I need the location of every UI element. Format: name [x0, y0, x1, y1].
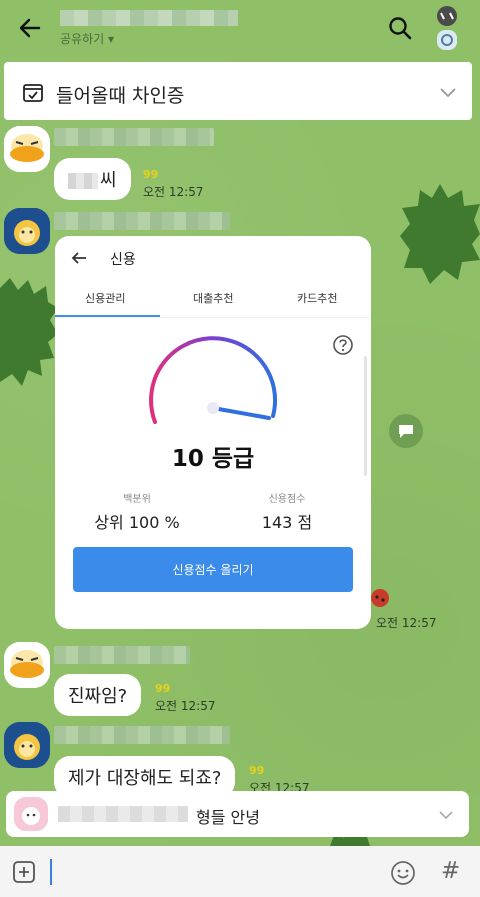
ladybug-decoration [371, 589, 389, 607]
message-time: 오전 12:57 [155, 699, 216, 713]
duck-avatar-icon [4, 126, 50, 172]
search-icon [389, 17, 412, 40]
shared-credit-card[interactable]: 신용 신용관리 대출추천 카드추천 10 등급 백분위 상위 100 % 신용점… [55, 236, 371, 629]
score-value: 143 점 [261, 513, 313, 532]
unread-count: 99 [155, 682, 171, 695]
sender-name-redacted [54, 128, 214, 146]
redacted-text [68, 173, 98, 189]
percentile-label: 백분위 [123, 494, 151, 505]
avatar[interactable] [4, 126, 50, 172]
tab-card-recommend[interactable]: 카드추천 [297, 290, 337, 306]
credit-gauge [149, 336, 277, 424]
tab-credit-management[interactable]: 신용관리 [85, 290, 125, 306]
back-button[interactable] [14, 12, 46, 44]
notification-banner[interactable]: 형들 안녕 [6, 791, 469, 837]
tab-loan-recommend[interactable]: 대출추천 [193, 290, 233, 306]
message-input[interactable] [50, 859, 52, 885]
chat-title-redacted [60, 10, 238, 26]
lion-avatar-icon [4, 208, 50, 254]
credit-grade: 10 등급 [171, 446, 255, 472]
plus-square-icon[interactable] [12, 860, 36, 884]
speech-bubble-button[interactable] [389, 414, 423, 448]
avatar [14, 797, 48, 831]
notice-text: 들어올때 차인증 [56, 85, 185, 107]
menu-button[interactable] [430, 4, 464, 52]
chat-subtitle[interactable]: 공유하기 ▾ [60, 30, 114, 47]
back-arrow-icon[interactable] [69, 248, 89, 268]
help-icon[interactable] [332, 334, 354, 356]
raise-score-button[interactable]: 신용점수 올리기 [73, 547, 353, 592]
card-title: 신용 [110, 252, 136, 268]
card-tabs: 신용관리 대출추천 카드추천 [55, 288, 371, 318]
hash-icon[interactable]: # [441, 858, 460, 884]
message-input-bar: # [0, 846, 480, 897]
avatar[interactable] [4, 642, 50, 688]
message-time: 오전 12:57 [376, 616, 437, 630]
unread-count: 99 [143, 168, 159, 181]
menu-icon [437, 6, 457, 50]
message-text: 씨 [100, 170, 117, 191]
chevron-down-icon[interactable] [438, 82, 458, 102]
percentile-value: 상위 100 % [94, 513, 180, 532]
character-avatar-icon [14, 797, 48, 831]
search-button[interactable] [386, 14, 414, 42]
avatar[interactable] [4, 722, 50, 768]
duck-avatar-icon [4, 642, 50, 688]
score-label: 신용점수 [268, 494, 306, 505]
message-bubble[interactable]: 진짜임? [54, 674, 142, 716]
banner-sender-redacted [58, 806, 188, 822]
notice-bar[interactable]: 들어올때 차인증 [4, 62, 472, 120]
lion-avatar-icon [4, 722, 50, 768]
sender-name-redacted [54, 646, 190, 664]
message-bubble[interactable]: 씨 [54, 158, 131, 200]
calendar-check-icon [23, 84, 43, 102]
card-scrollbar[interactable] [364, 356, 367, 476]
message-time: 오전 12:57 [143, 185, 204, 199]
chat-header: 공유하기 ▾ [0, 0, 480, 58]
tab-indicator [55, 315, 160, 317]
back-arrow-icon [19, 18, 41, 38]
banner-text: 형들 안녕 [196, 808, 260, 827]
chevron-down-icon[interactable] [437, 806, 455, 824]
sender-name-redacted [54, 212, 230, 230]
speech-bubble-icon [399, 425, 413, 438]
unread-count: 99 [249, 764, 265, 777]
sender-name-redacted [54, 726, 230, 744]
emoji-icon[interactable] [390, 860, 416, 886]
avatar[interactable] [4, 208, 50, 254]
bush-decoration-left [0, 278, 58, 386]
bush-decoration-right [400, 184, 480, 284]
